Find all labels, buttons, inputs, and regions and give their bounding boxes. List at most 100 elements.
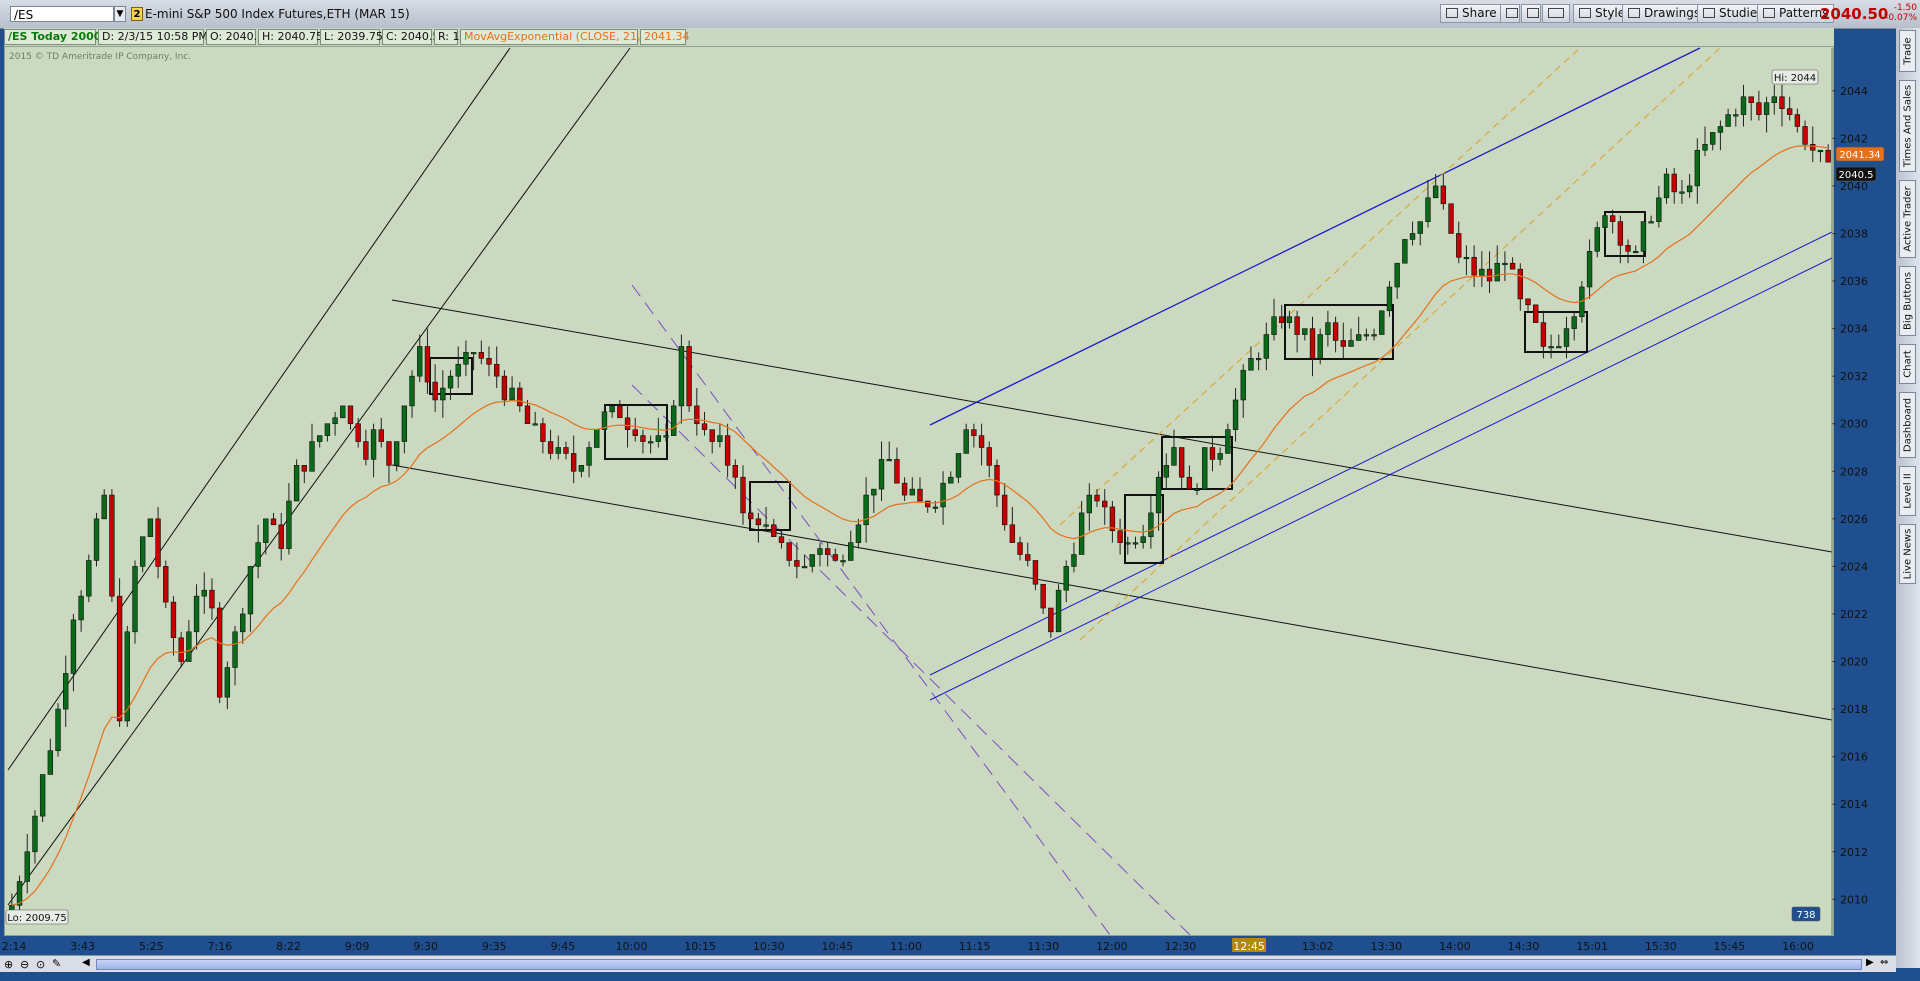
candle-body[interactable] — [1594, 227, 1600, 252]
candle-body[interactable] — [494, 363, 500, 377]
candle-body[interactable] — [355, 423, 361, 442]
candle-body[interactable] — [1671, 173, 1677, 193]
purple-dashed-upper[interactable] — [631, 284, 1111, 936]
candle-body[interactable] — [594, 429, 600, 448]
candle-body[interactable] — [624, 417, 631, 430]
candle-body[interactable] — [878, 459, 885, 490]
candle-body[interactable] — [1432, 185, 1439, 199]
zoom-out-icon[interactable]: ⊖ — [20, 958, 29, 971]
candle-body[interactable] — [1763, 102, 1770, 115]
candle-body[interactable] — [455, 363, 461, 377]
candle-body[interactable] — [1109, 506, 1116, 532]
candle-body[interactable] — [1286, 316, 1293, 323]
orange-dashed-lower[interactable] — [1079, 47, 1721, 641]
candle-body[interactable] — [1779, 96, 1785, 109]
candle-body[interactable] — [263, 518, 269, 543]
candle-body[interactable] — [1386, 286, 1393, 312]
candle-body[interactable] — [678, 346, 685, 407]
blue-channel-mid[interactable] — [929, 231, 1833, 676]
candle-body[interactable] — [609, 405, 615, 413]
candle-body[interactable] — [47, 750, 54, 775]
candle-body[interactable] — [317, 435, 323, 442]
candle-body[interactable] — [555, 447, 561, 454]
candle-body[interactable] — [1733, 114, 1739, 117]
candle-body[interactable] — [1494, 262, 1500, 282]
candle-body[interactable] — [1771, 96, 1777, 103]
candle-body[interactable] — [1294, 316, 1300, 335]
candle-body[interactable] — [55, 708, 61, 752]
candle-body[interactable] — [547, 441, 554, 454]
candle-body[interactable] — [1317, 334, 1323, 359]
candle-body[interactable] — [932, 506, 939, 509]
candle-body[interactable] — [1456, 233, 1462, 258]
candle-body[interactable] — [570, 453, 577, 472]
candle-body[interactable] — [940, 482, 946, 508]
candle-body[interactable] — [424, 346, 431, 383]
candle-body[interactable] — [1355, 334, 1362, 341]
candle-body[interactable] — [671, 405, 677, 436]
candle-body[interactable] — [1340, 340, 1346, 347]
candle-body[interactable] — [78, 595, 84, 621]
candle-body[interactable] — [840, 560, 846, 563]
candle-body[interactable] — [232, 631, 238, 668]
candle-body[interactable] — [255, 542, 261, 567]
candle-body[interactable] — [817, 548, 823, 555]
candle-body[interactable] — [1617, 221, 1624, 246]
sidebar-tab-live-news[interactable]: Live News — [1899, 524, 1916, 584]
candle-body[interactable] — [1502, 262, 1508, 266]
candle-body[interactable] — [1656, 197, 1662, 222]
candle-body[interactable] — [1394, 262, 1400, 288]
candle-body[interactable] — [1586, 251, 1593, 288]
candle-body[interactable] — [32, 815, 38, 853]
candle-body[interactable] — [955, 453, 962, 478]
candle-body[interactable] — [1748, 96, 1754, 103]
candle-body[interactable] — [1125, 542, 1131, 545]
candle-body[interactable] — [1509, 262, 1516, 270]
candle-body[interactable] — [617, 405, 623, 419]
candle-body[interactable] — [801, 566, 808, 569]
candle-body[interactable] — [832, 554, 839, 561]
candle-body[interactable] — [1279, 316, 1285, 323]
candle-body[interactable] — [247, 566, 254, 615]
candle-body[interactable] — [332, 417, 338, 425]
blue-channel-top[interactable] — [929, 47, 1701, 426]
sidebar-tab-big-buttons[interactable]: Big Buttons — [1899, 266, 1916, 336]
candle-body[interactable] — [1556, 346, 1562, 349]
sidebar-tab-level-ii[interactable]: Level II — [1899, 466, 1916, 516]
candle-body[interactable] — [70, 619, 77, 674]
candle-body[interactable] — [771, 524, 777, 537]
candle-body[interactable] — [1710, 132, 1716, 145]
candle-body[interactable] — [1271, 316, 1277, 335]
candle-body[interactable] — [347, 405, 354, 425]
candle-body[interactable] — [717, 435, 723, 442]
candle-body[interactable] — [417, 346, 423, 377]
candle-body[interactable] — [470, 352, 477, 355]
candle-body[interactable] — [1348, 340, 1354, 347]
candle-body[interactable] — [101, 494, 107, 520]
candle-body[interactable] — [1825, 149, 1831, 163]
candle-body[interactable] — [409, 375, 415, 407]
candle-body[interactable] — [1609, 215, 1616, 222]
candle-body[interactable] — [1094, 494, 1100, 502]
candle-body[interactable] — [871, 488, 877, 496]
candle-body[interactable] — [1517, 268, 1523, 300]
candle-body[interactable] — [1102, 500, 1108, 508]
candle-body[interactable] — [894, 459, 900, 484]
candle-body[interactable] — [1363, 334, 1370, 337]
candle-body[interactable] — [1486, 268, 1493, 282]
candle-body[interactable] — [139, 536, 146, 567]
candle-body[interactable] — [440, 387, 446, 401]
candle-body[interactable] — [986, 447, 992, 466]
candle-body[interactable] — [755, 518, 762, 526]
candle-body[interactable] — [794, 560, 800, 567]
candle-body[interactable] — [1602, 215, 1608, 228]
price-chart-svg[interactable]: 2010 2012 2014 2016 2018 2020 2022 2024 2026 2028… — [0, 0, 1896, 955]
candle-body[interactable] — [486, 358, 492, 365]
candle-body[interactable] — [778, 536, 785, 543]
candle-body[interactable] — [1479, 268, 1485, 276]
candle-body[interactable] — [978, 435, 985, 448]
candle-body[interactable] — [1263, 334, 1270, 359]
candle-body[interactable] — [163, 566, 169, 603]
candle-body[interactable] — [740, 476, 746, 514]
candle-body[interactable] — [655, 435, 662, 442]
